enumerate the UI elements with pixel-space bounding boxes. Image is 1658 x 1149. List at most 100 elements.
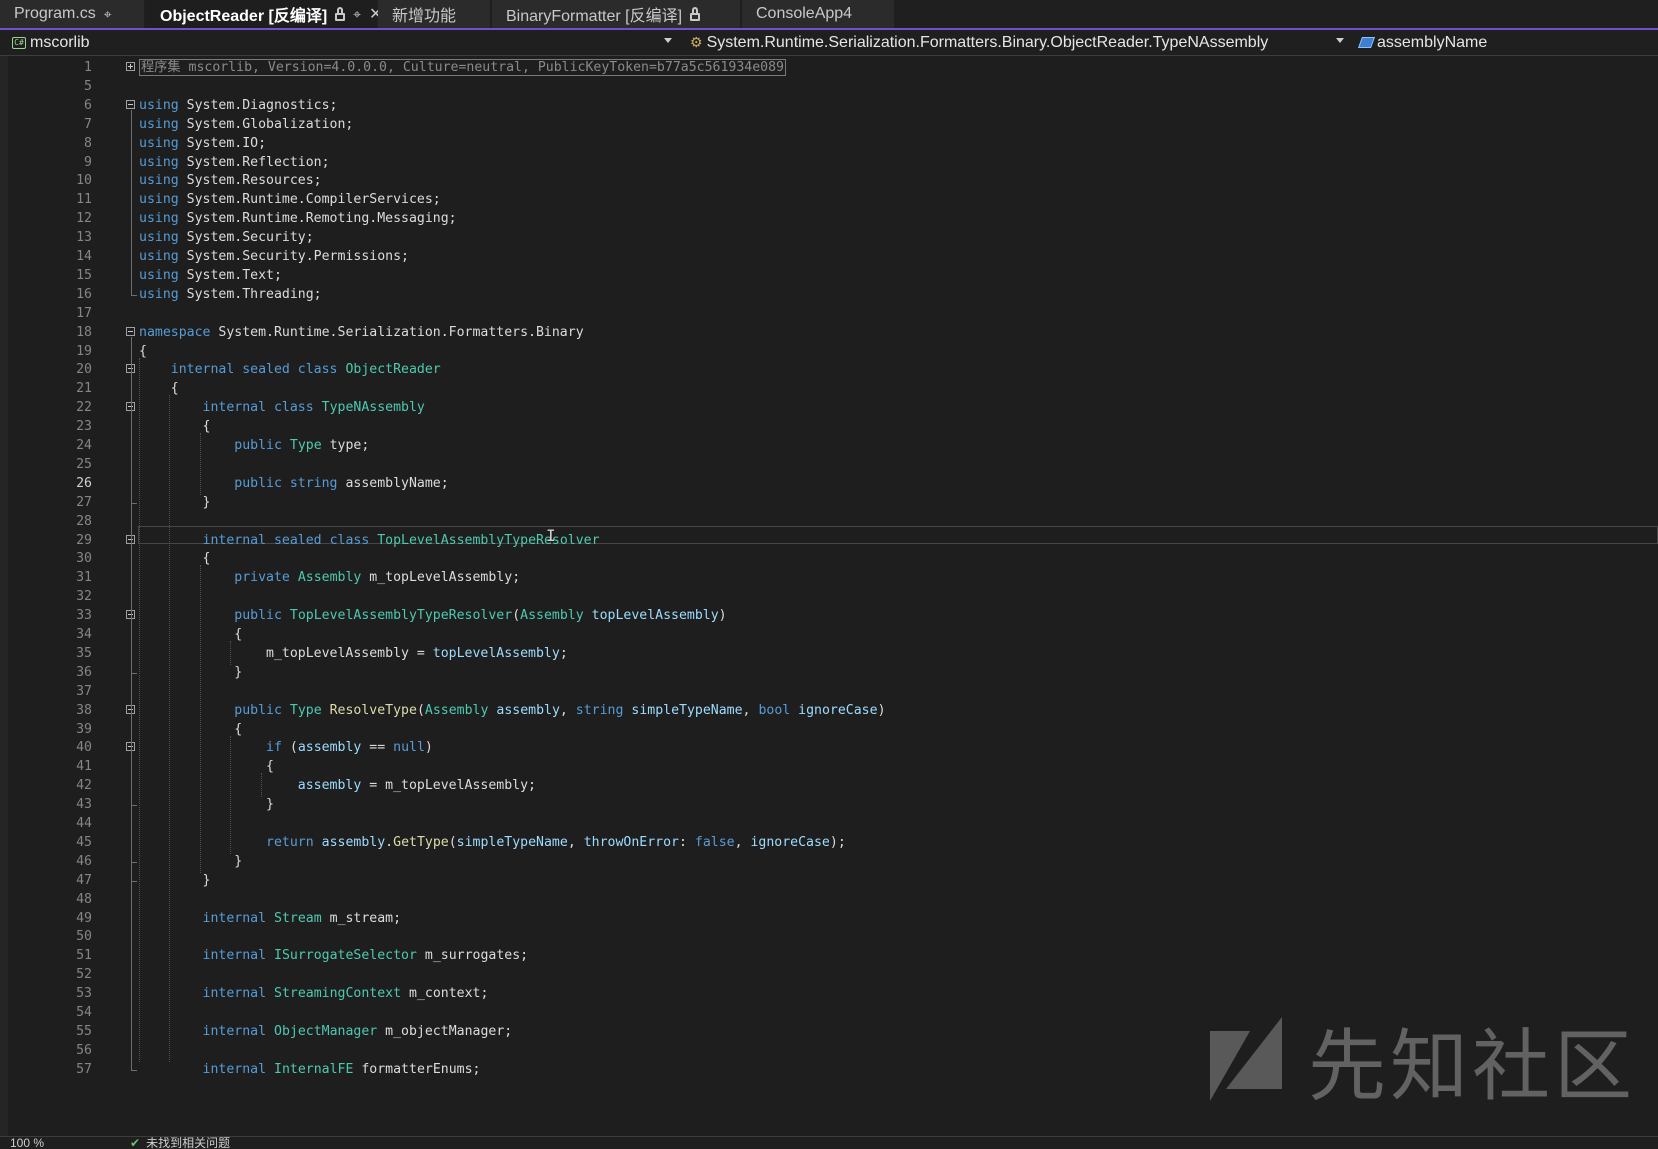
code-line[interactable]: 34 { (0, 625, 1658, 644)
code-line[interactable]: 6 using System.Diagnostics; (0, 96, 1658, 115)
line-number: 17 (76, 305, 92, 321)
code-line[interactable]: 16 using System.Threading; (0, 285, 1658, 304)
text-token: ) (718, 608, 727, 624)
code-line[interactable]: 12 using System.Runtime.Remoting.Messagin… (0, 209, 1658, 228)
collapse-icon[interactable] (126, 99, 135, 109)
code-line[interactable]: 44 (0, 814, 1658, 833)
code-line[interactable]: 32 (0, 587, 1658, 606)
collapse-icon[interactable] (126, 326, 135, 336)
code-line[interactable]: 42 assembly = m_topLevelAssembly; (0, 776, 1658, 795)
text-token: = m_topLevelAssembly; (361, 778, 536, 794)
project-dropdown[interactable]: C# mscorlib (0, 30, 680, 55)
code-line[interactable]: 17 (0, 304, 1658, 323)
code-line[interactable]: 27 } (0, 493, 1658, 512)
line-number: 26 (76, 475, 92, 491)
indent-guide (169, 395, 170, 1062)
line-number: 18 (76, 324, 92, 340)
tab-new-features[interactable]: 新增功能 (378, 0, 490, 28)
code-line[interactable]: 47 } (0, 871, 1658, 890)
keyword-token: using (139, 192, 179, 208)
code-text: } (139, 852, 242, 871)
text-token: System.Text; (178, 267, 282, 283)
type-token: ObjectReader (345, 362, 441, 378)
tab-consoleapp4[interactable]: ConsoleApp4 (742, 0, 894, 28)
code-line[interactable]: 51 internal ISurrogateSelector m_surroga… (0, 946, 1658, 965)
code-line[interactable]: 26 public string assemblyName; (0, 474, 1658, 493)
code-line[interactable]: 1 程序集 mscorlib, Version=4.0.0.0, Culture=… (0, 58, 1658, 77)
tab-objectreader[interactable]: ObjectReader [反编译] ⌖ ✕ (146, 0, 382, 28)
code-line[interactable]: 13 using System.Security; (0, 228, 1658, 247)
code-line[interactable]: 40 if (assembly == null) (0, 738, 1658, 757)
line-number: 19 (76, 343, 92, 359)
code-line[interactable]: 29 internal sealed class TopLevelAssembl… (0, 531, 1658, 550)
code-line[interactable]: 50 (0, 927, 1658, 946)
tab-binaryformatter[interactable]: BinaryFormatter [反编译] (492, 0, 740, 28)
tab-program-cs[interactable]: Program.cs ⌖ (0, 0, 144, 28)
code-line[interactable]: 53 internal StreamingContext m_context; (0, 984, 1658, 1003)
code-line[interactable]: 38 public Type ResolveType(Assembly asse… (0, 701, 1658, 720)
code-line[interactable]: 21 { (0, 379, 1658, 398)
line-number: 51 (76, 948, 92, 964)
code-line[interactable]: 49 internal Stream m_stream; (0, 909, 1658, 928)
code-line[interactable]: 10 using System.Resources; (0, 171, 1658, 190)
code-line[interactable]: 20 internal sealed class ObjectReader (0, 360, 1658, 379)
text-token: , (734, 834, 751, 850)
code-line[interactable]: 46 } (0, 852, 1658, 871)
code-line[interactable]: 11 using System.Runtime.CompilerServices; (0, 190, 1658, 209)
code-line[interactable]: 8 using System.IO; (0, 134, 1658, 153)
code-line[interactable]: 19 { (0, 342, 1658, 361)
lock-icon (335, 6, 346, 21)
line-number: 32 (76, 589, 92, 605)
line-number: 46 (76, 853, 92, 869)
pin-icon[interactable]: ⌖ (104, 6, 112, 23)
code-line[interactable]: 7 using System.Globalization; (0, 115, 1658, 134)
code-line[interactable]: 14 using System.Security.Permissions; (0, 247, 1658, 266)
code-line[interactable]: 25 (0, 455, 1658, 474)
code-editor[interactable]: 1 程序集 mscorlib, Version=4.0.0.0, Culture=… (0, 56, 1658, 1136)
code-line[interactable]: 41 { (0, 757, 1658, 776)
issues-status[interactable]: 未找到相关问题 (146, 1137, 230, 1149)
keyword-token: internal sealed class (202, 532, 370, 548)
code-line[interactable]: 23 { (0, 417, 1658, 436)
code-line[interactable]: 33 public TopLevelAssemblyTypeResolver(A… (0, 606, 1658, 625)
keyword-token: bool (758, 702, 791, 718)
code-line[interactable]: 9 using System.Reflection; (0, 153, 1658, 172)
type-token: TypeNAssembly (321, 400, 425, 416)
keyword-token: null (393, 740, 425, 756)
code-line[interactable]: 31 private Assembly m_topLevelAssembly; (0, 568, 1658, 587)
expand-icon[interactable] (126, 62, 135, 71)
code-line[interactable]: 15 using System.Text; (0, 266, 1658, 285)
text-token: System.Diagnostics; (178, 97, 338, 113)
code-text: internal Stream m_stream; (139, 909, 402, 928)
code-line[interactable]: 28 (0, 512, 1658, 531)
type-token: TopLevelAssemblyTypeResolver (377, 532, 600, 548)
pin-icon[interactable]: ⌖ (353, 6, 361, 23)
member-dropdown[interactable]: assemblyName (1352, 30, 1658, 55)
identifier-token: topLevelAssembly (432, 645, 560, 661)
type-dropdown[interactable]: ⚙ System.Runtime.Serialization.Formatter… (680, 30, 1352, 55)
code-line[interactable]: 39 { (0, 720, 1658, 739)
code-text: namespace System.Runtime.Serialization.F… (139, 323, 584, 342)
code-line[interactable]: 36 } (0, 663, 1658, 682)
code-line[interactable]: 45 return assembly.GetType(simpleTypeNam… (0, 833, 1658, 852)
text-token: { (139, 627, 243, 642)
code-line[interactable]: 22 internal class TypeNAssembly (0, 398, 1658, 417)
code-line[interactable]: 18 namespace System.Runtime.Serialization… (0, 323, 1658, 342)
code-line[interactable]: 5 (0, 77, 1658, 96)
code-line[interactable]: 30 { (0, 549, 1658, 568)
zoom-level[interactable]: 100 % (10, 1137, 80, 1149)
code-line[interactable]: 52 (0, 965, 1658, 984)
code-line[interactable]: 48 (0, 890, 1658, 909)
code-line[interactable]: 37 (0, 682, 1658, 701)
keyword-token: using (139, 116, 179, 132)
identifier-token: ignoreCase (798, 702, 878, 718)
type-token: Type (289, 702, 322, 718)
code-line[interactable]: 43 } (0, 795, 1658, 814)
code-line[interactable]: 24 public Type type; (0, 436, 1658, 455)
code-line[interactable]: 35 m_topLevelAssembly = topLevelAssembly… (0, 644, 1658, 663)
